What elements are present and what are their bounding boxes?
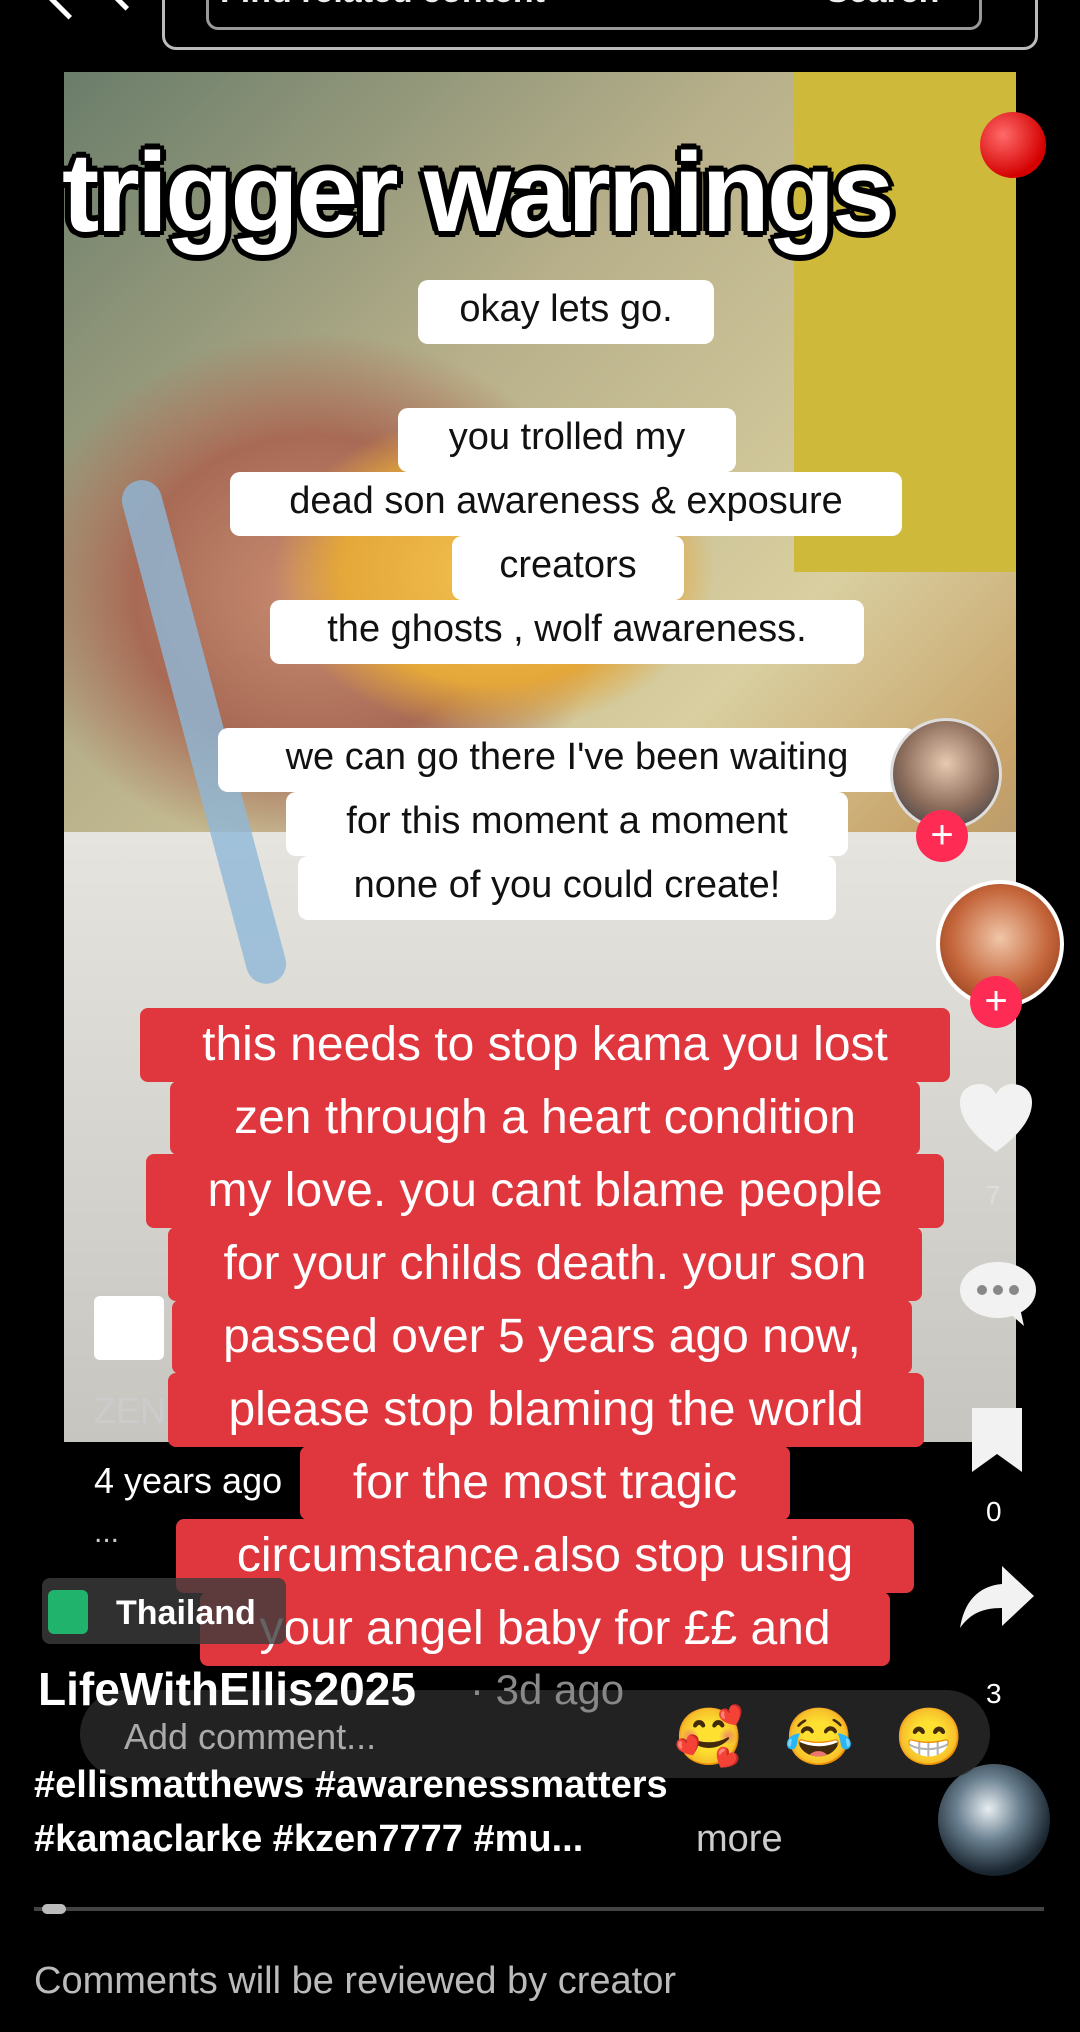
caption-line: you trolled my	[398, 408, 736, 472]
bookmark-icon[interactable]	[968, 1404, 1026, 1476]
video-title-overlay: trigger warnings	[62, 130, 894, 255]
inner-more-dots: ...	[94, 1516, 120, 1549]
red-caption-line: please stop blaming the world	[168, 1373, 924, 1447]
share-count: 3	[986, 1678, 1002, 1709]
follow-button[interactable]: +	[970, 976, 1022, 1028]
red-caption-line: for your childs death. your son	[168, 1227, 922, 1301]
location-label: Thailand	[116, 1594, 256, 1632]
red-caption-line: your angel baby for ££ and	[200, 1592, 890, 1666]
location-pin-icon	[48, 1590, 88, 1634]
inner-account-logo	[94, 1296, 164, 1360]
author-name[interactable]: LifeWithEllis2025	[38, 1662, 416, 1716]
caption-line: we can go there I've been waiting	[218, 728, 916, 792]
caption-line: okay lets go.	[418, 280, 714, 344]
like-count: 7	[986, 1180, 1001, 1210]
bookmark-count: 0	[986, 1496, 1002, 1527]
search-placeholder: Find related content	[220, 0, 545, 11]
review-notice: Comments will be reviewed by creator	[34, 1960, 677, 2002]
caption-line: none of you could create!	[298, 856, 836, 920]
red-caption-line: this needs to stop kama you lost	[140, 1008, 950, 1082]
video-progress-handle[interactable]	[42, 1904, 67, 1914]
inner-account-name: ZEN	[94, 1390, 166, 1431]
red-caption-line: zen through a heart condition	[170, 1081, 920, 1155]
quick-emoji-button[interactable]: 😁	[894, 1704, 964, 1770]
quick-emoji-button[interactable]: 🥰	[674, 1704, 744, 1770]
red-caption-line: my love. you cant blame people	[146, 1154, 944, 1228]
inner-post-time: 4 years ago	[94, 1460, 283, 1501]
search-button[interactable]: Search	[826, 0, 939, 11]
caption-line: creators	[452, 536, 684, 600]
comment-placeholder: Add comment...	[124, 1716, 377, 1757]
red-caption-line: passed over 5 years ago now,	[172, 1300, 912, 1374]
back-icon[interactable]	[39, 0, 98, 20]
more-link[interactable]: more	[696, 1818, 783, 1861]
live-indicator-icon	[980, 112, 1046, 178]
post-time: · 3d ago	[470, 1666, 625, 1713]
caption-line: for this moment a moment	[286, 792, 848, 856]
music-disc-icon[interactable]	[938, 1764, 1050, 1876]
heart-icon[interactable]	[956, 1080, 1036, 1160]
video-progress-bar[interactable]	[34, 1907, 1044, 1911]
caption-line: the ghosts , wolf awareness.	[270, 600, 864, 664]
top-search-bar: Find related content Search	[0, 0, 1080, 60]
red-caption-line: for the most tragic	[300, 1446, 790, 1520]
share-icon[interactable]	[958, 1562, 1036, 1632]
hashtags-line[interactable]: #kamaclarke #kzen7777 #mu...	[34, 1818, 583, 1861]
quick-emoji-button[interactable]: 😂	[784, 1704, 854, 1770]
comment-icon[interactable]	[958, 1260, 1038, 1328]
chevron-left-icon[interactable]	[106, 0, 145, 11]
hashtags-line[interactable]: #ellismatthews #awarenessmatters	[34, 1764, 668, 1807]
caption-line: dead son awareness & exposure	[230, 472, 902, 536]
follow-plus-icon[interactable]: +	[916, 810, 968, 862]
red-caption-line: circumstance.also stop using	[176, 1519, 914, 1593]
